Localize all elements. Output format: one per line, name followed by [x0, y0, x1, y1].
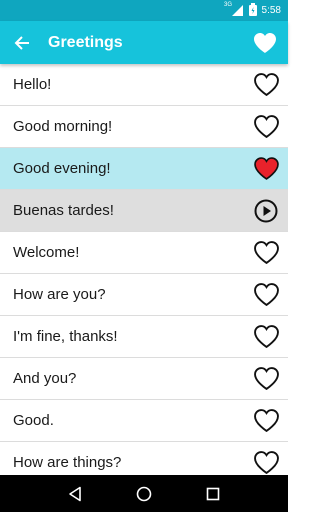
heart-outline-icon — [253, 409, 279, 432]
phrase-row[interactable]: Good morning! — [0, 106, 288, 148]
phrase-row[interactable]: I'm fine, thanks! — [0, 316, 288, 358]
recents-square-icon — [207, 487, 220, 500]
phrase-label: Good. — [13, 412, 54, 429]
phrase-row[interactable]: Good. — [0, 400, 288, 442]
favorite-toggle-button[interactable] — [252, 449, 280, 476]
phrase-label: Good evening! — [13, 160, 111, 177]
heart-outline-icon — [253, 367, 279, 390]
favorite-toggle-button[interactable] — [252, 323, 280, 351]
phrase-label: And you? — [13, 370, 77, 387]
phrase-label: Welcome! — [13, 244, 80, 261]
phrase-row[interactable]: Welcome! — [0, 232, 288, 274]
heart-outline-icon — [253, 73, 279, 96]
signal-icon — [231, 5, 244, 16]
play-audio-button[interactable] — [252, 197, 280, 225]
heart-filled-icon — [254, 32, 276, 53]
translation-row[interactable]: Buenas tardes! — [0, 190, 288, 232]
back-button[interactable] — [0, 21, 44, 64]
favorite-toggle-button[interactable] — [252, 71, 280, 99]
heart-outline-icon — [253, 241, 279, 264]
favorite-toggle-button[interactable] — [252, 407, 280, 435]
phrase-row[interactable]: Good evening! — [0, 148, 288, 190]
favorites-button[interactable] — [242, 21, 288, 64]
nav-back-button[interactable] — [60, 479, 90, 509]
play-circle-icon — [254, 199, 278, 222]
page-title: Greetings — [48, 33, 123, 51]
back-triangle-icon — [68, 486, 81, 501]
phrase-label: How are you? — [13, 286, 106, 303]
heart-outline-icon — [253, 115, 279, 138]
app-bar: Greetings — [0, 21, 288, 64]
heart-outline-icon — [253, 451, 279, 474]
heart-outline-icon — [253, 325, 279, 348]
home-circle-icon — [136, 486, 152, 501]
phrase-label: How are things? — [13, 454, 122, 471]
phrase-label: Good morning! — [13, 118, 113, 135]
favorite-toggle-button[interactable] — [252, 239, 280, 267]
clock: 5:58 — [261, 5, 281, 16]
navigation-bar — [0, 475, 288, 512]
phrase-label: Buenas tardes! — [13, 202, 114, 219]
phrase-row[interactable]: How are you? — [0, 274, 288, 316]
favorite-toggle-button[interactable] — [252, 113, 280, 141]
phrase-row[interactable]: Hello! — [0, 64, 288, 106]
nav-recents-button[interactable] — [198, 479, 228, 509]
phrase-label: I'm fine, thanks! — [13, 328, 118, 345]
phrase-row[interactable]: How are things? — [0, 442, 288, 475]
network-type-label: 3G — [223, 2, 232, 8]
phrase-row[interactable]: And you? — [0, 358, 288, 400]
nav-home-button[interactable] — [129, 479, 159, 509]
phrase-label: Hello! — [13, 76, 52, 93]
arrow-left-icon — [14, 35, 29, 50]
status-bar: 3G 5:58 — [0, 0, 288, 21]
heart-filled-red-icon — [253, 157, 279, 180]
favorite-toggle-button[interactable] — [252, 365, 280, 393]
favorite-toggle-button[interactable] — [252, 155, 280, 183]
favorite-toggle-button[interactable] — [252, 281, 280, 309]
phrase-list: Hello! Good morning! Good evening! Buenas t… — [0, 64, 288, 475]
heart-outline-icon — [253, 283, 279, 306]
battery-icon — [248, 2, 257, 19]
